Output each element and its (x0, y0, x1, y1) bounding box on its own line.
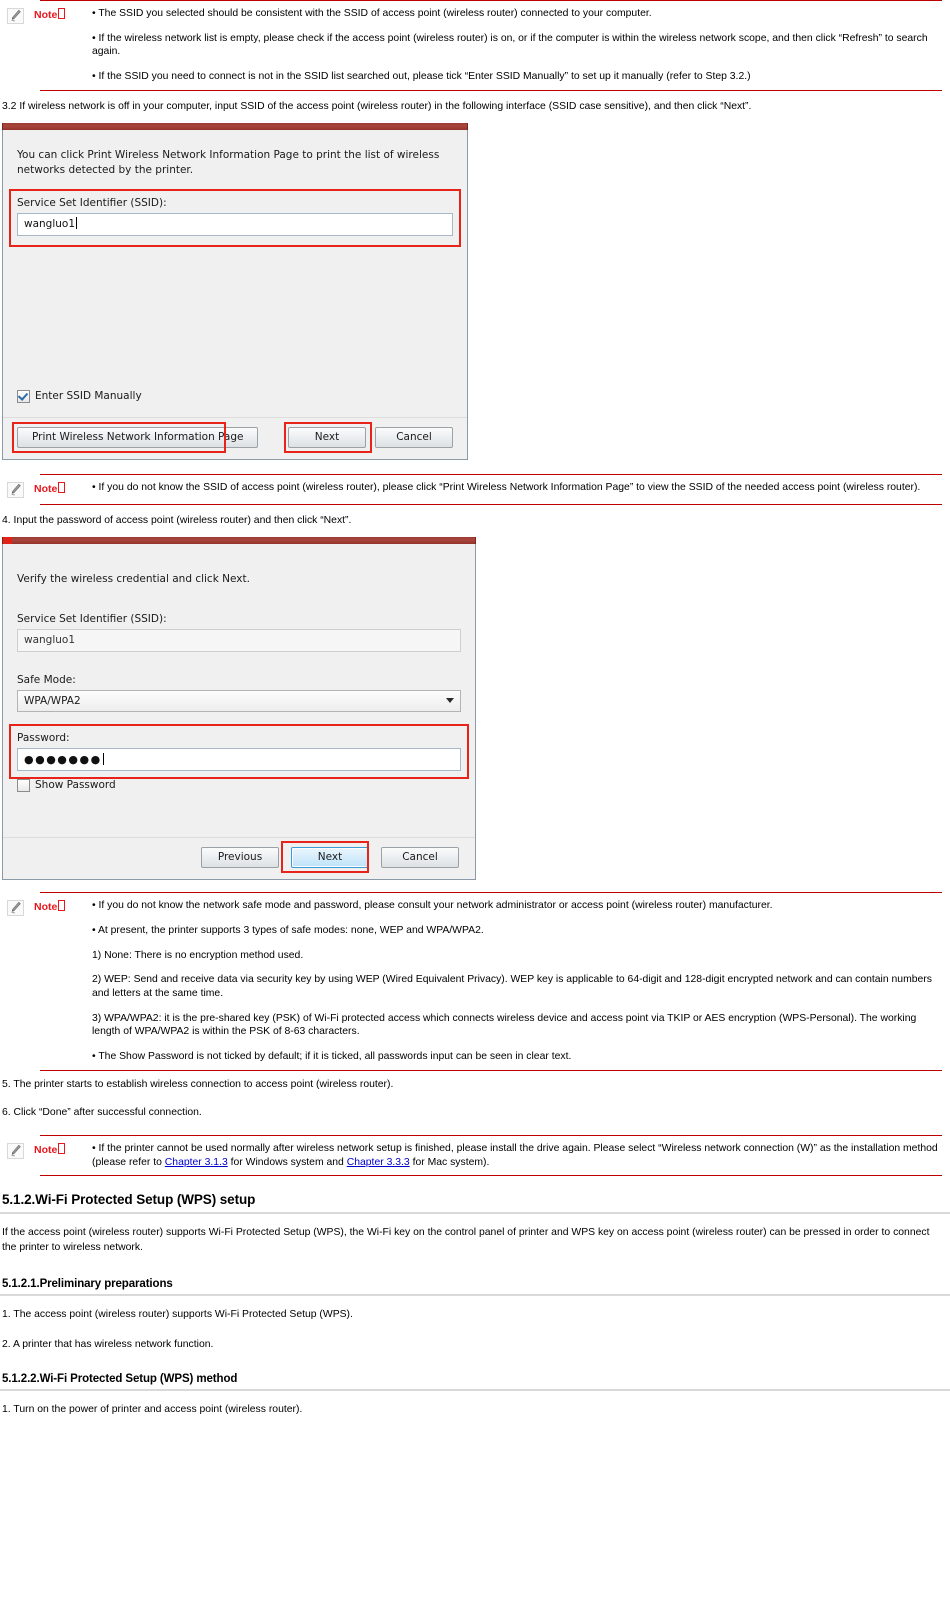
note-box-glyph (58, 900, 66, 912)
note-pencil-icon (0, 899, 34, 917)
note-item: • If the SSID you need to connect is not… (92, 71, 751, 83)
note-item: 1) None: There is no encryption method u… (92, 949, 304, 961)
password-previous-button[interactable]: Previous (201, 847, 279, 869)
step-6-text: 6. Click “Done” after successful connect… (2, 1106, 202, 1118)
password-ssid-label: Service Set Identifier (SSID): (17, 612, 167, 625)
password-dialog-wrapper: Verify the wireless credential and click… (2, 537, 476, 881)
wps-method-item-1: 1. Turn on the power of printer and acce… (2, 1403, 303, 1415)
ssid-field-group: Service Set Identifier (SSID): wangluo1 (3, 187, 467, 248)
show-password-checkbox[interactable] (17, 778, 30, 792)
note-item: 3) WPA/WPA2: it is the pre-shared key (P… (92, 1012, 917, 1038)
note-box-glyph (58, 1143, 66, 1154)
note-item: • If the printer cannot be used normally… (92, 1142, 942, 1169)
note-bottom-rule (40, 1069, 942, 1071)
ssid-dialog: You can click Print Wireless Network Inf… (2, 129, 468, 460)
password-dialog: Verify the wireless credential and click… (2, 544, 476, 881)
ssid-dialog-titlebar (2, 122, 468, 130)
note-4-middle: for Windows system and (227, 1156, 347, 1168)
note-1-items: • The SSID you selected should be consis… (92, 7, 942, 84)
ssid-dialog-footer: Print Wireless Network Information Page … (3, 407, 467, 459)
show-password-row[interactable]: Show Password (3, 771, 475, 792)
ssid-field-label: Service Set Identifier (SSID): (17, 197, 167, 210)
ssid-input[interactable]: wangluo1 (17, 213, 453, 237)
note-block-4: Note • If the printer cannot be used nor… (0, 1135, 950, 1177)
note-label: Note (34, 899, 92, 913)
heading-5-1-2-2: 5.1.2.2.Wi-Fi Protected Setup (WPS) meth… (2, 1372, 238, 1385)
password-dialog-titlebar (2, 537, 476, 545)
text-caret (102, 752, 104, 765)
note-pencil-icon (0, 1142, 34, 1159)
password-next-button[interactable]: Next (291, 847, 369, 869)
prep-item-1: 1. The access point (wireless router) su… (2, 1308, 353, 1320)
ssid-cancel-button[interactable]: Cancel (375, 426, 453, 448)
note-item: • If you do not know the SSID of access … (92, 481, 921, 493)
note-pencil-icon (0, 481, 34, 498)
show-password-label: Show Password (35, 779, 116, 792)
section-5-1-2-paragraph: If the access point (wireless router) su… (2, 1227, 930, 1253)
password-field-group: Password: ●●●●●●● (3, 723, 475, 779)
note-label: Note (34, 1142, 92, 1156)
password-ssid-input[interactable]: wangluo1 (17, 628, 461, 652)
step-3-2-text: 3.2 If wireless network is off in your c… (2, 100, 752, 112)
note-item: 2) WEP: Send and receive data via securi… (92, 974, 932, 999)
note-bottom-rule (40, 89, 942, 91)
safe-mode-value: WPA/WPA2 (24, 694, 81, 707)
ssid-next-button[interactable]: Next (288, 426, 366, 448)
note-bottom-rule (40, 1175, 942, 1177)
note-block-2: Note • If you do not know the SSID of ac… (0, 473, 950, 505)
step-4-text: 4. Input the password of access point (w… (2, 514, 352, 526)
note-box-glyph (58, 481, 66, 493)
heading-5-1-2-1: 5.1.2.1.Preliminary preparations (2, 1277, 173, 1290)
note-block-1: Note • The SSID you selected should be c… (0, 0, 950, 91)
ssid-dialog-wrapper: You can click Print Wireless Network Inf… (2, 122, 468, 460)
note-pencil-icon (0, 7, 34, 24)
text-caret (76, 217, 78, 230)
note-box-glyph (58, 8, 66, 19)
chapter-3-3-3-link[interactable]: Chapter 3.3.3 (347, 1157, 410, 1168)
password-ssid-value: wangluo1 (24, 633, 76, 646)
password-label: Password: (17, 731, 70, 744)
password-input[interactable]: ●●●●●●● (17, 747, 461, 771)
note-2-items: • If you do not know the SSID of access … (92, 481, 942, 495)
note-item: • If the wireless network list is empty,… (92, 32, 928, 58)
note-bottom-rule (40, 503, 942, 505)
step-5-text: 5. The printer starts to establish wirel… (2, 1078, 394, 1090)
note-item: • At present, the printer supports 3 typ… (92, 924, 484, 936)
chapter-3-1-3-link[interactable]: Chapter 3.1.3 (165, 1157, 228, 1168)
print-wireless-info-button[interactable]: Print Wireless Network Information Page (17, 426, 259, 448)
chevron-down-icon (446, 698, 454, 704)
password-dialog-footer: Previous Next Cancel (3, 827, 475, 879)
note-4-suffix: for Mac system). (409, 1156, 490, 1168)
note-item: • The Show Password is not ticked by def… (92, 1051, 572, 1063)
ssid-dialog-intro: You can click Print Wireless Network Inf… (17, 148, 440, 176)
note-item: • If you do not know the network safe mo… (92, 900, 773, 912)
safe-mode-select[interactable]: WPA/WPA2 (17, 689, 461, 712)
note-label: Note (34, 481, 92, 495)
password-masked-value: ●●●●●●● (24, 752, 102, 766)
enter-ssid-manually-row[interactable]: Enter SSID Manually (3, 384, 467, 403)
prep-item-2: 2. A printer that has wireless network f… (2, 1338, 214, 1350)
safe-mode-label: Safe Mode: (17, 673, 76, 686)
note-label: Note (34, 7, 92, 21)
note-block-3: Note • If you do not know the network sa… (0, 892, 950, 1071)
note-item: • The SSID you selected should be consis… (92, 8, 652, 19)
note-3-items: • If you do not know the network safe mo… (92, 899, 942, 1064)
password-dialog-intro: Verify the wireless credential and click… (17, 573, 250, 586)
heading-5-1-2: 5.1.2.Wi-Fi Protected Setup (WPS) setup (2, 1192, 256, 1208)
enter-ssid-manually-checkbox[interactable] (17, 389, 30, 403)
password-cancel-button[interactable]: Cancel (381, 847, 459, 869)
ssid-input-value: wangluo1 (24, 218, 76, 231)
enter-ssid-manually-label: Enter SSID Manually (35, 390, 142, 403)
note-4-items: • If the printer cannot be used normally… (92, 1142, 942, 1169)
